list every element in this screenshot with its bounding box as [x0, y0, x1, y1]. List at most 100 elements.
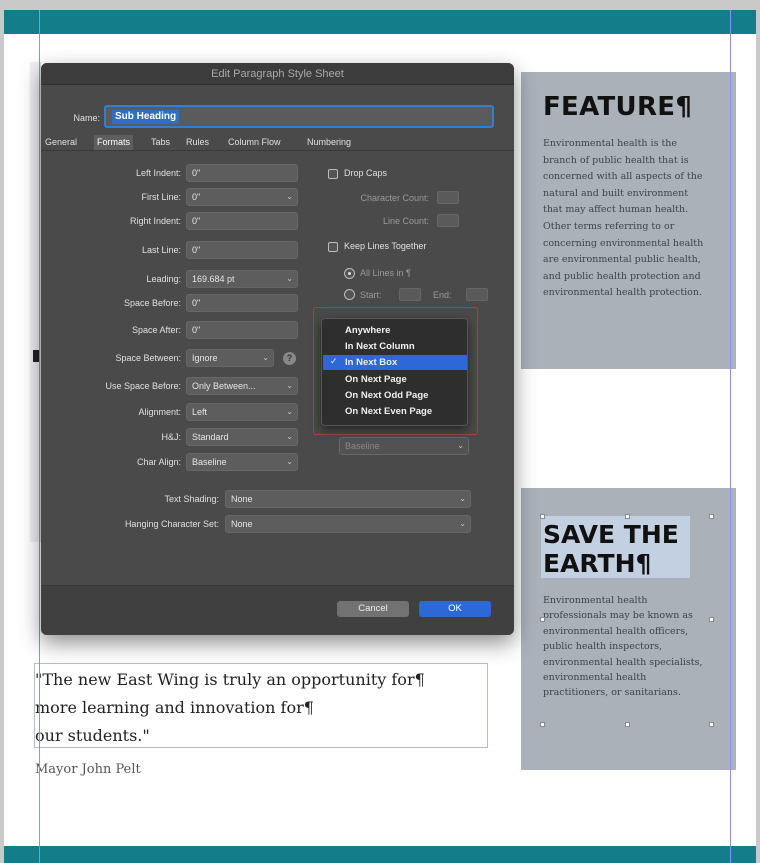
help-icon[interactable]: ?	[283, 352, 296, 365]
space-after-input[interactable]: 0"	[186, 321, 298, 339]
space-between-select[interactable]: Ignore ⌄	[186, 349, 274, 367]
tab-general[interactable]: General	[45, 135, 77, 150]
keep-lines-together-label: Keep Lines Together	[344, 241, 427, 251]
pull-quote: "The new East Wing is truly an opportuni…	[35, 666, 425, 750]
save-earth-title: SAVE THE EARTH¶	[543, 520, 679, 578]
start-label: Start:	[360, 290, 382, 300]
chevron-down-icon: ⌄	[286, 274, 293, 283]
checkmark-icon: ✓	[330, 357, 338, 367]
leading-value: 169.684 pt	[192, 274, 235, 284]
baseline-disabled-select: Baseline ⌄	[339, 437, 469, 455]
tab-tabs[interactable]: Tabs	[151, 135, 170, 150]
menu-item-anywhere[interactable]: Anywhere	[323, 323, 467, 338]
margin-guide-left	[39, 10, 40, 863]
chevron-down-icon: ⌄	[286, 407, 293, 416]
chevron-down-icon: ⌄	[262, 353, 269, 362]
chevron-down-icon: ⌄	[457, 441, 464, 450]
menu-item-on-next-page[interactable]: On Next Page	[323, 372, 467, 387]
right-indent-input[interactable]: 0"	[186, 212, 298, 230]
char-align-value: Baseline	[192, 457, 227, 467]
hj-select[interactable]: Standard ⌄	[186, 428, 298, 446]
baseline-disabled-value: Baseline	[345, 441, 380, 451]
space-before-input[interactable]: 0"	[186, 294, 298, 312]
menu-item-on-next-odd-page[interactable]: On Next Odd Page	[323, 388, 467, 403]
start-input[interactable]	[399, 288, 421, 301]
resize-handle[interactable]	[625, 514, 630, 519]
quote-line: more learning and innovation for¶	[35, 698, 314, 717]
resize-handle[interactable]	[625, 722, 630, 727]
left-indent-input[interactable]: 0"	[186, 164, 298, 182]
first-line-label: First Line:	[141, 192, 181, 202]
resize-handle[interactable]	[540, 514, 545, 519]
use-space-before-value: Only Between...	[192, 381, 256, 391]
ok-button[interactable]: OK	[419, 601, 491, 617]
character-count-label: Character Count:	[360, 193, 429, 203]
menu-item-in-next-column[interactable]: In Next Column	[323, 339, 467, 354]
space-before-label: Space Before:	[123, 298, 181, 308]
tab-column-flow[interactable]: Column Flow	[228, 135, 281, 150]
char-align-label: Char Align:	[136, 457, 181, 467]
menu-item-in-next-box[interactable]: ✓ In Next Box	[323, 355, 467, 370]
chevron-down-icon: ⌄	[286, 432, 293, 441]
resize-handle[interactable]	[540, 722, 545, 727]
resize-handle[interactable]	[709, 722, 714, 727]
margin-guide-right	[730, 10, 731, 863]
line-count-label: Line Count:	[382, 216, 429, 226]
resize-handle[interactable]	[709, 617, 714, 622]
all-lines-label: All Lines in ¶	[360, 268, 411, 278]
menu-item-on-next-even-page[interactable]: On Next Even Page	[323, 404, 467, 419]
text-shading-label: Text Shading:	[164, 494, 219, 504]
cancel-button[interactable]: Cancel	[337, 601, 409, 617]
quote-attribution: Mayor John Pelt	[35, 762, 141, 777]
quote-line: our students."	[35, 726, 150, 745]
dialog-title: Edit Paragraph Style Sheet	[41, 63, 514, 85]
hanging-char-set-label: Hanging Character Set:	[124, 519, 219, 529]
chevron-down-icon: ⌄	[286, 457, 293, 466]
use-space-before-label: Use Space Before:	[105, 381, 181, 391]
tab-formats[interactable]: Formats	[94, 135, 134, 150]
text-shading-value: None	[231, 494, 253, 504]
dialog-button-bar: Cancel OK	[41, 585, 514, 635]
chevron-down-icon: ⌄	[459, 519, 466, 528]
start-radio[interactable]	[344, 289, 355, 300]
drop-caps-checkbox[interactable]	[328, 169, 338, 179]
quote-line: "The new East Wing is truly an opportuni…	[35, 670, 425, 689]
feature-body: Environmental health is the branch of pu…	[543, 138, 704, 299]
style-name-value: Sub Heading	[112, 110, 180, 124]
leading-label: Leading:	[146, 274, 181, 284]
text-shading-select[interactable]: None ⌄	[225, 490, 471, 508]
bottom-teal-band	[4, 846, 756, 863]
chevron-down-icon: ⌄	[459, 494, 466, 503]
keep-lines-together-checkbox[interactable]	[328, 242, 338, 252]
alignment-value: Left	[192, 407, 208, 417]
use-space-before-select[interactable]: Only Between... ⌄	[186, 377, 298, 395]
top-teal-band	[4, 10, 756, 34]
char-align-select[interactable]: Baseline ⌄	[186, 453, 298, 471]
chevron-down-icon: ⌄	[286, 192, 293, 201]
end-input[interactable]	[466, 288, 488, 301]
character-count-input[interactable]	[437, 191, 459, 204]
tab-numbering[interactable]: Numbering	[307, 135, 351, 150]
leading-select[interactable]: 169.684 pt ⌄	[186, 270, 298, 288]
left-indent-label: Left Indent:	[135, 168, 181, 178]
style-name-input[interactable]: Sub Heading	[104, 105, 494, 128]
hanging-char-set-select[interactable]: None ⌄	[225, 515, 471, 533]
last-line-label: Last Line:	[141, 245, 181, 255]
first-line-value: 0"	[192, 192, 201, 202]
line-count-input[interactable]	[437, 214, 459, 227]
space-after-label: Space After:	[131, 325, 181, 335]
resize-handle[interactable]	[709, 514, 714, 519]
alignment-label: Alignment:	[138, 407, 181, 417]
keep-with-next-dropdown-menu: Anywhere In Next Column ✓ In Next Box On …	[321, 318, 468, 426]
feature-title: FEATURE¶	[543, 92, 693, 122]
first-line-select[interactable]: 0" ⌄	[186, 188, 298, 206]
right-indent-label: Right Indent:	[129, 216, 181, 226]
tab-rules[interactable]: Rules	[186, 135, 209, 150]
end-label: End:	[433, 290, 452, 300]
tab-bar: General Formats Tabs Rules Column Flow N…	[41, 135, 514, 151]
last-line-input[interactable]: 0"	[186, 241, 298, 259]
space-between-value: Ignore	[192, 353, 218, 363]
resize-handle[interactable]	[540, 617, 545, 622]
alignment-select[interactable]: Left ⌄	[186, 403, 298, 421]
all-lines-radio[interactable]	[344, 268, 355, 279]
